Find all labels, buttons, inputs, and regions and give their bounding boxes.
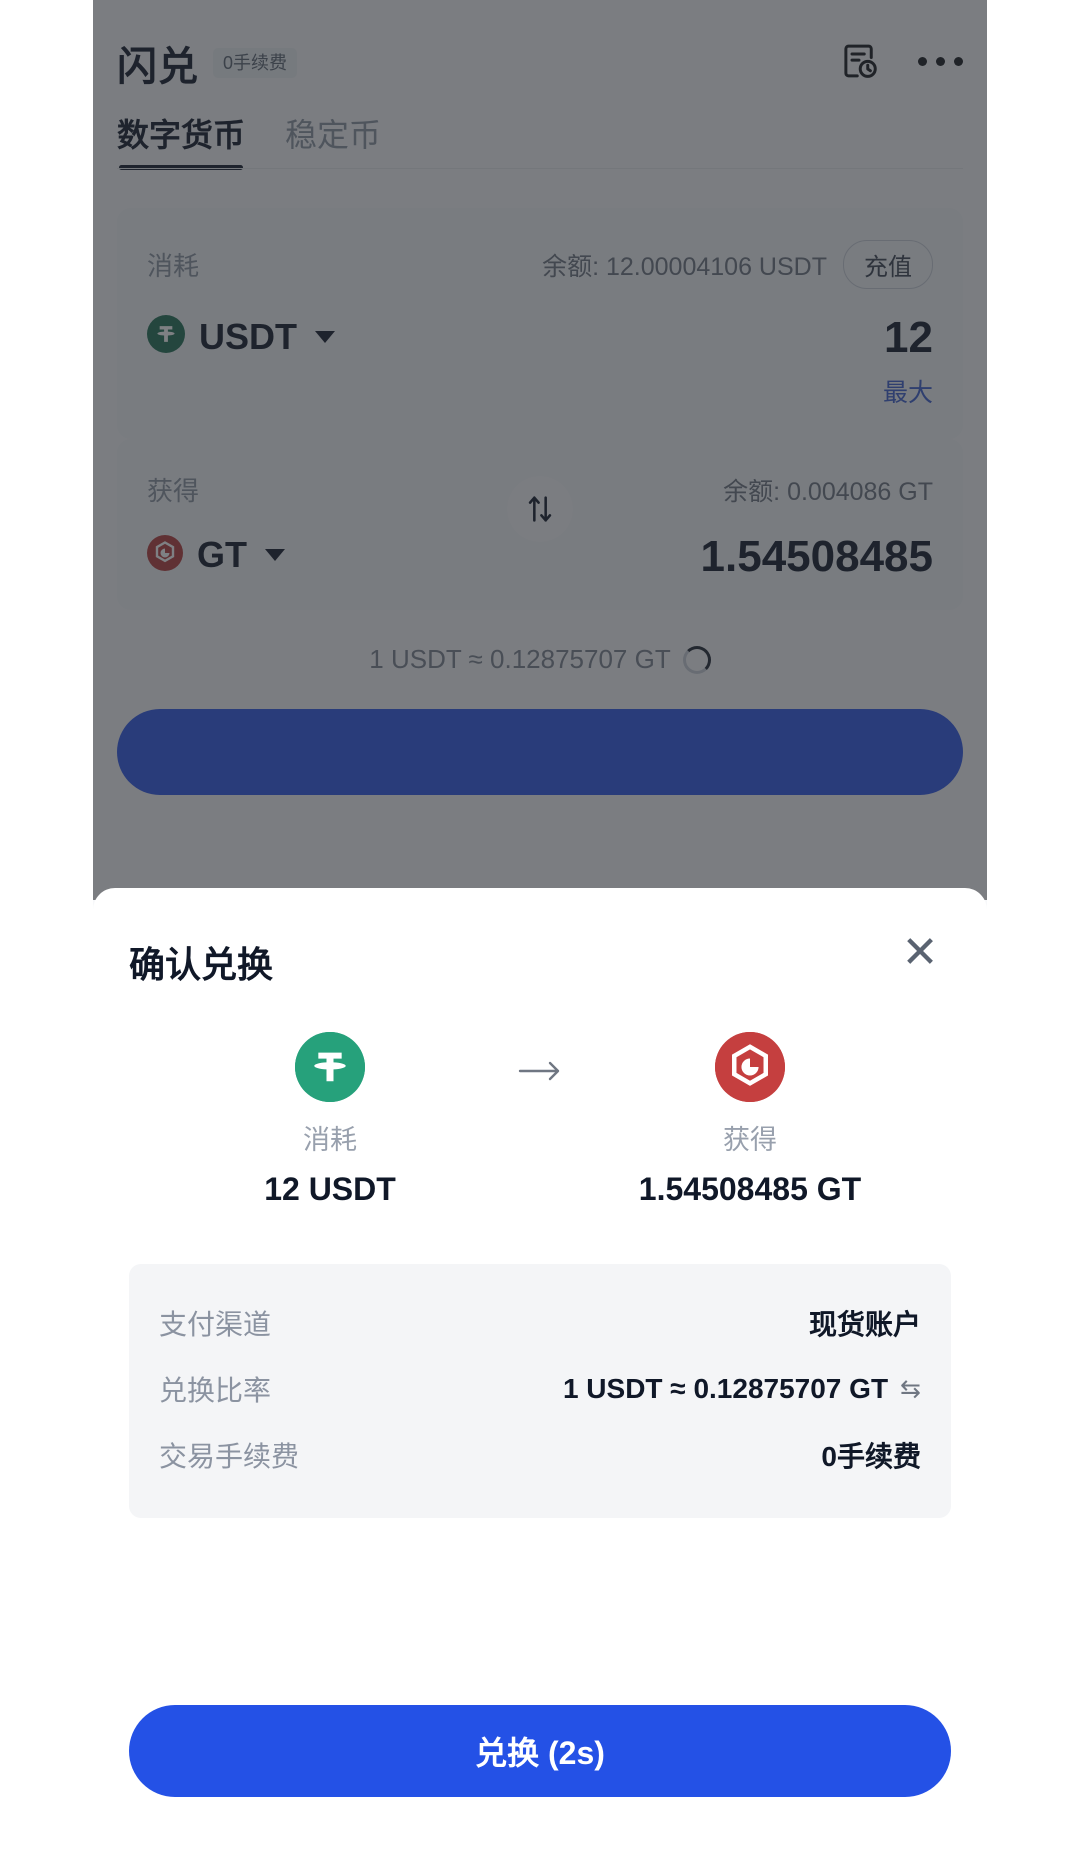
detail-value: 现货账户 [809,1303,921,1343]
detail-value: 0手续费 [821,1435,921,1475]
token-summary-row: 消耗 12 USDT 获得 1.54508485 GT [129,1032,951,1208]
detail-value-text: 现货账户 [808,1309,921,1340]
gt-token-icon [715,1032,785,1102]
detail-value-text: 1 USDT ≈ 0.12875707 GT [562,1373,889,1404]
to-token-summary: 获得 1.54508485 GT [600,1032,900,1208]
modal-scrim[interactable] [93,0,987,900]
detail-key: 支付渠道 [159,1309,272,1340]
close-icon[interactable]: ✕ [895,928,945,978]
from-token-side-label: 消耗 [303,1125,357,1155]
detail-row: 兑换比率 1 USDT ≈ 0.12875707 GT ⇆ [159,1356,921,1422]
confirm-exchange-modal: 确认兑换 ✕ 消耗 12 USDT 获得 1.54508485 GT 支付渠道 … [93,888,987,1855]
detail-row: 交易手续费 0手续费 [159,1422,921,1488]
from-token-value: 12 USDT [264,1171,396,1207]
to-token-value: 1.54508485 GT [638,1171,862,1207]
confirm-exchange-button[interactable]: 兑换 (2s) [129,1705,951,1797]
order-details-card: 支付渠道 现货账户 兑换比率 1 USDT ≈ 0.12875707 GT ⇆ … [129,1264,951,1518]
detail-row: 支付渠道 现货账户 [159,1290,921,1356]
from-token-summary: 消耗 12 USDT [180,1032,480,1208]
detail-key: 交易手续费 [159,1441,300,1472]
modal-header: 确认兑换 ✕ [129,888,951,1008]
detail-key: 兑换比率 [159,1375,272,1406]
modal-title: 确认兑换 [129,944,274,985]
swap-horizontal-icon[interactable]: ⇆ [900,1374,921,1404]
to-token-side-label: 获得 [723,1125,777,1155]
detail-value: 1 USDT ≈ 0.12875707 GT ⇆ [563,1373,921,1405]
screen-root: 闪兑 0手续费 [0,0,1080,1855]
usdt-token-icon [295,1032,365,1102]
detail-value-text: 0手续费 [821,1441,921,1472]
arrow-right-icon [480,1032,600,1088]
